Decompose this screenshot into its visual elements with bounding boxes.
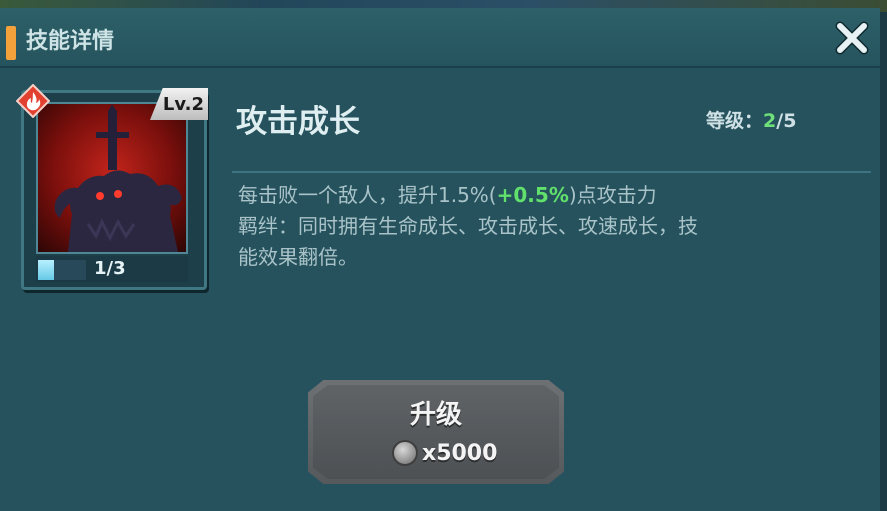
element-badge: [15, 83, 51, 119]
skill-level: 等级：2/5: [706, 106, 796, 136]
progress-fill: [38, 260, 54, 280]
divider: [232, 171, 871, 173]
close-icon: [835, 21, 869, 55]
level-badge-text: Lv.2: [162, 93, 204, 115]
fire-icon: [15, 83, 51, 119]
skill-fragment-progress: 1/3: [36, 256, 188, 282]
upgrade-button[interactable]: 升级 x5000: [308, 380, 564, 484]
description-line-1: 每击败一个敌人，提升1.5%(+0.5%)点攻击力: [238, 180, 848, 211]
level-label: 等级：: [706, 110, 764, 132]
progress-text: 1/3: [94, 258, 126, 279]
cost-text: x5000: [422, 440, 498, 466]
description-suffix: )点攻击力: [568, 183, 657, 207]
progress-track: [38, 260, 86, 280]
skill-name: 攻击成长: [236, 104, 360, 140]
level-current: 2: [763, 110, 777, 132]
coin-icon: [392, 440, 418, 466]
skill-description: 每击败一个敌人，提升1.5%(+0.5%)点攻击力 羁绊：同时拥有生命成长、攻击…: [238, 180, 848, 273]
description-line-3: 能效果翻倍。: [238, 245, 358, 269]
description-prefix: 每击败一个敌人，提升1.5%(: [238, 183, 497, 207]
skill-artwork: [36, 102, 188, 254]
description-line-2: 羁绊：同时拥有生命成长、攻击成长、攻速成长，技: [238, 214, 698, 238]
level-max: /5: [776, 110, 797, 132]
panel-title: 技能详情: [26, 29, 115, 54]
upgrade-cost: x5000: [392, 438, 497, 468]
bonus-value: +0.5%: [496, 183, 569, 207]
sword-monster-art: [54, 104, 182, 252]
header-accent-bar: [6, 26, 16, 60]
close-button[interactable]: [832, 18, 872, 58]
panel-header: [0, 8, 880, 68]
upgrade-label: 升级: [409, 400, 462, 430]
